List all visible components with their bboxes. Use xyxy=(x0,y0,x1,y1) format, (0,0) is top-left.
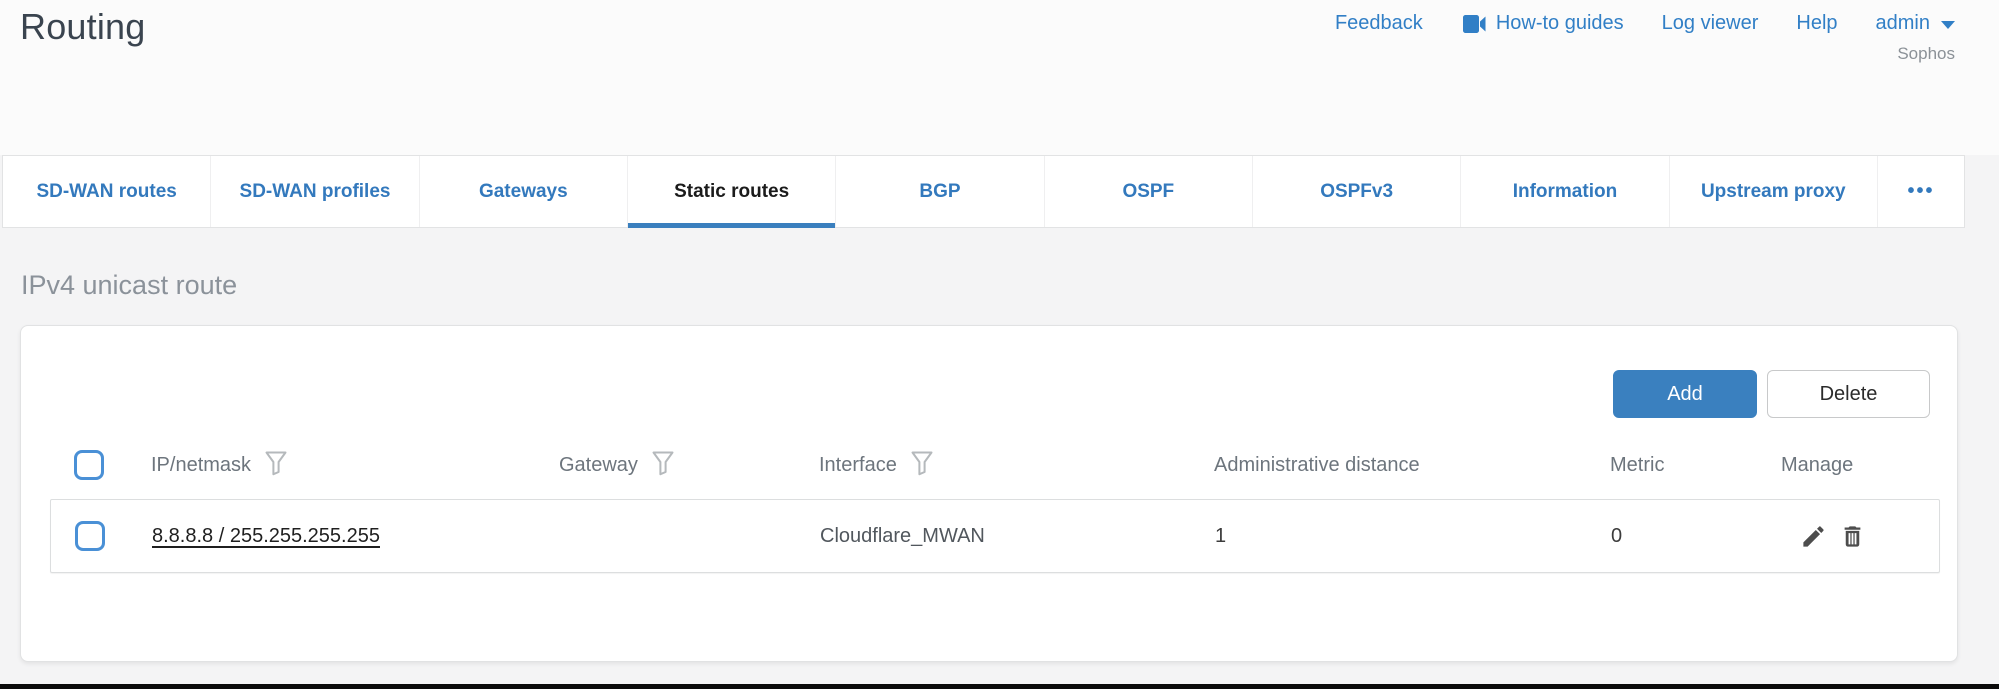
tab-upstream-proxy[interactable]: Upstream proxy xyxy=(1670,156,1878,227)
card-toolbar: Add Delete xyxy=(21,326,1957,418)
admin-menu[interactable]: admin xyxy=(1876,12,1955,35)
row-checkbox[interactable] xyxy=(75,521,105,551)
tab-overflow-ellipsis-icon[interactable]: ••• xyxy=(1878,156,1964,227)
header-quick-links: Feedback How-to guides Log viewer Help a… xyxy=(1335,12,1955,35)
page-title: Routing xyxy=(20,6,145,48)
metric-value: 0 xyxy=(1611,525,1782,548)
table-row: 8.8.8.8 / 255.255.255.255 Cloudflare_MWA… xyxy=(50,499,1940,573)
add-button[interactable]: Add xyxy=(1613,370,1757,418)
edit-pencil-icon[interactable] xyxy=(1800,523,1827,550)
log-viewer-link[interactable]: Log viewer xyxy=(1662,12,1759,35)
interface-value: Cloudflare_MWAN xyxy=(820,525,1215,548)
delete-trash-icon[interactable] xyxy=(1839,523,1866,550)
page-header: Routing Feedback How-to guides Log viewe… xyxy=(0,0,1999,155)
routing-page: Routing Feedback How-to guides Log viewe… xyxy=(0,0,1999,689)
column-header-interface: Interface xyxy=(819,454,897,477)
column-header-metric: Metric xyxy=(1610,454,1664,477)
filter-funnel-icon[interactable] xyxy=(911,451,933,482)
table-header-row: IP/netmask Gateway Interface Administrat… xyxy=(50,431,1940,499)
routing-tabbar: SD-WAN routes SD-WAN profiles Gateways S… xyxy=(2,155,1965,228)
tab-ospfv3[interactable]: OSPFv3 xyxy=(1253,156,1461,227)
routes-card: Add Delete IP/netmask Gateway Interface xyxy=(20,325,1958,662)
tab-information[interactable]: Information xyxy=(1461,156,1669,227)
howto-guides-link[interactable]: How-to guides xyxy=(1461,12,1624,35)
tab-bgp[interactable]: BGP xyxy=(836,156,1044,227)
delete-button[interactable]: Delete xyxy=(1767,370,1930,418)
tab-static-routes[interactable]: Static routes xyxy=(628,156,836,227)
help-link[interactable]: Help xyxy=(1796,12,1837,35)
select-all-checkbox[interactable] xyxy=(74,450,104,480)
brand-label: Sophos xyxy=(1897,44,1955,64)
tab-sdwan-profiles[interactable]: SD-WAN profiles xyxy=(211,156,419,227)
route-link[interactable]: 8.8.8.8 / 255.255.255.255 xyxy=(152,525,380,547)
tab-sdwan-routes[interactable]: SD-WAN routes xyxy=(3,156,211,227)
column-header-manage: Manage xyxy=(1781,454,1853,477)
feedback-link[interactable]: Feedback xyxy=(1335,12,1423,35)
video-camera-icon xyxy=(1461,14,1487,34)
column-header-ip-netmask: IP/netmask xyxy=(151,454,251,477)
chevron-down-icon xyxy=(1941,21,1955,29)
filter-funnel-icon[interactable] xyxy=(265,451,287,482)
filter-funnel-icon[interactable] xyxy=(652,451,674,482)
section-title: IPv4 unicast route xyxy=(21,270,237,301)
tab-gateways[interactable]: Gateways xyxy=(420,156,628,227)
column-header-gateway: Gateway xyxy=(559,454,638,477)
admin-distance-value: 1 xyxy=(1215,525,1611,548)
column-header-admin-distance: Administrative distance xyxy=(1214,454,1420,477)
bottom-edge-bar xyxy=(0,684,1999,689)
tab-ospf[interactable]: OSPF xyxy=(1045,156,1253,227)
